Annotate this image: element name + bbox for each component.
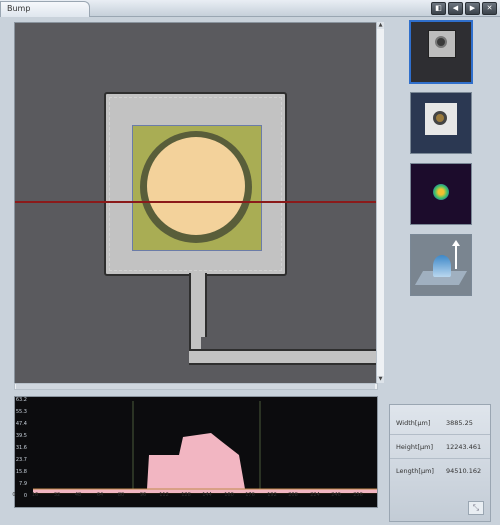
dome-icon xyxy=(433,255,451,277)
divider xyxy=(390,458,490,459)
thumbnail-height-map[interactable] xyxy=(410,163,472,225)
restore-icon[interactable]: ◧ xyxy=(431,2,446,15)
length-value: 94510.162 xyxy=(446,467,482,475)
vertical-scrollbar[interactable]: ▲ ▼ xyxy=(376,22,384,383)
length-label: Length[μm] xyxy=(396,467,434,475)
heatmap-icon xyxy=(433,184,449,200)
width-label: Width[μm] xyxy=(396,419,431,427)
y-tick: 23.7 xyxy=(15,457,27,463)
x-tick: 112 xyxy=(159,492,169,498)
x-tick: 0 xyxy=(12,492,16,498)
profile-line-cursor[interactable] xyxy=(15,201,377,203)
x-tick: 144 xyxy=(202,492,212,498)
thumbnail-3d-view[interactable] xyxy=(410,234,472,296)
thumbnail-laser[interactable] xyxy=(410,92,472,154)
profile-plot[interactable]: 63.2 55.3 47.4 39.5 31.6 23.7 15.8 7.9 0 xyxy=(14,396,378,508)
profile-svg xyxy=(33,401,377,494)
horizontal-scrollbar[interactable] xyxy=(14,383,378,390)
arrowhead-icon xyxy=(452,240,460,246)
y-tick: 15.8 xyxy=(15,469,27,475)
prev-icon[interactable]: ◀ xyxy=(448,2,463,15)
x-tick: 64 xyxy=(96,492,104,498)
thumbnail-optical[interactable] xyxy=(409,20,473,84)
x-tick: 224 xyxy=(310,492,320,498)
y-tick: 55.3 xyxy=(15,409,27,415)
profile-area xyxy=(33,433,377,493)
y-tick: 7.9 xyxy=(19,481,27,487)
x-tick: 16 xyxy=(31,492,39,498)
y-tick: 39.5 xyxy=(15,433,27,439)
bump-icon xyxy=(435,36,447,48)
x-tick: 96 xyxy=(139,492,147,498)
scroll-down-icon[interactable]: ▼ xyxy=(377,376,384,383)
x-tick: 240 xyxy=(331,492,341,498)
y-tick: 63.2 xyxy=(15,397,27,403)
axis-arrow-icon xyxy=(455,243,457,269)
close-icon[interactable]: ✕ xyxy=(482,2,497,15)
y-tick: 47.4 xyxy=(15,421,27,427)
title-bar: Bump ◧ ◀ ▶ ✕ xyxy=(0,0,500,17)
height-value: 12243.461 xyxy=(446,443,482,451)
tab-bump[interactable]: Bump xyxy=(0,1,90,17)
expand-icon[interactable]: ⤡ xyxy=(468,501,484,515)
window-buttons: ◧ ◀ ▶ ✕ xyxy=(431,2,497,15)
x-tick: 208 xyxy=(288,492,298,498)
divider xyxy=(390,434,490,435)
next-icon[interactable]: ▶ xyxy=(465,2,480,15)
x-tick: 192 xyxy=(267,492,277,498)
x-tick: 80 xyxy=(117,492,125,498)
measurement-panel: Width[μm] 3885.25 Height[μm] 12243.461 L… xyxy=(389,404,491,522)
solder-bump xyxy=(147,137,245,235)
tab-label: Bump xyxy=(7,4,31,13)
x-tick: 48 xyxy=(74,492,82,498)
x-tick: 176 xyxy=(245,492,255,498)
trace-horizontal xyxy=(189,349,377,365)
scroll-thumb[interactable] xyxy=(16,384,375,389)
trace-gap xyxy=(201,337,377,349)
y-tick: 31.6 xyxy=(15,445,27,451)
x-tick: 160 xyxy=(224,492,234,498)
x-tick: 256 xyxy=(353,492,363,498)
height-label: Height[μm] xyxy=(396,443,434,451)
x-tick: 32 xyxy=(53,492,61,498)
width-value: 3885.25 xyxy=(446,419,473,427)
x-tick: 128 xyxy=(181,492,191,498)
scroll-up-icon[interactable]: ▲ xyxy=(377,22,384,29)
image-viewer[interactable] xyxy=(14,22,378,384)
bump-icon xyxy=(433,111,447,125)
